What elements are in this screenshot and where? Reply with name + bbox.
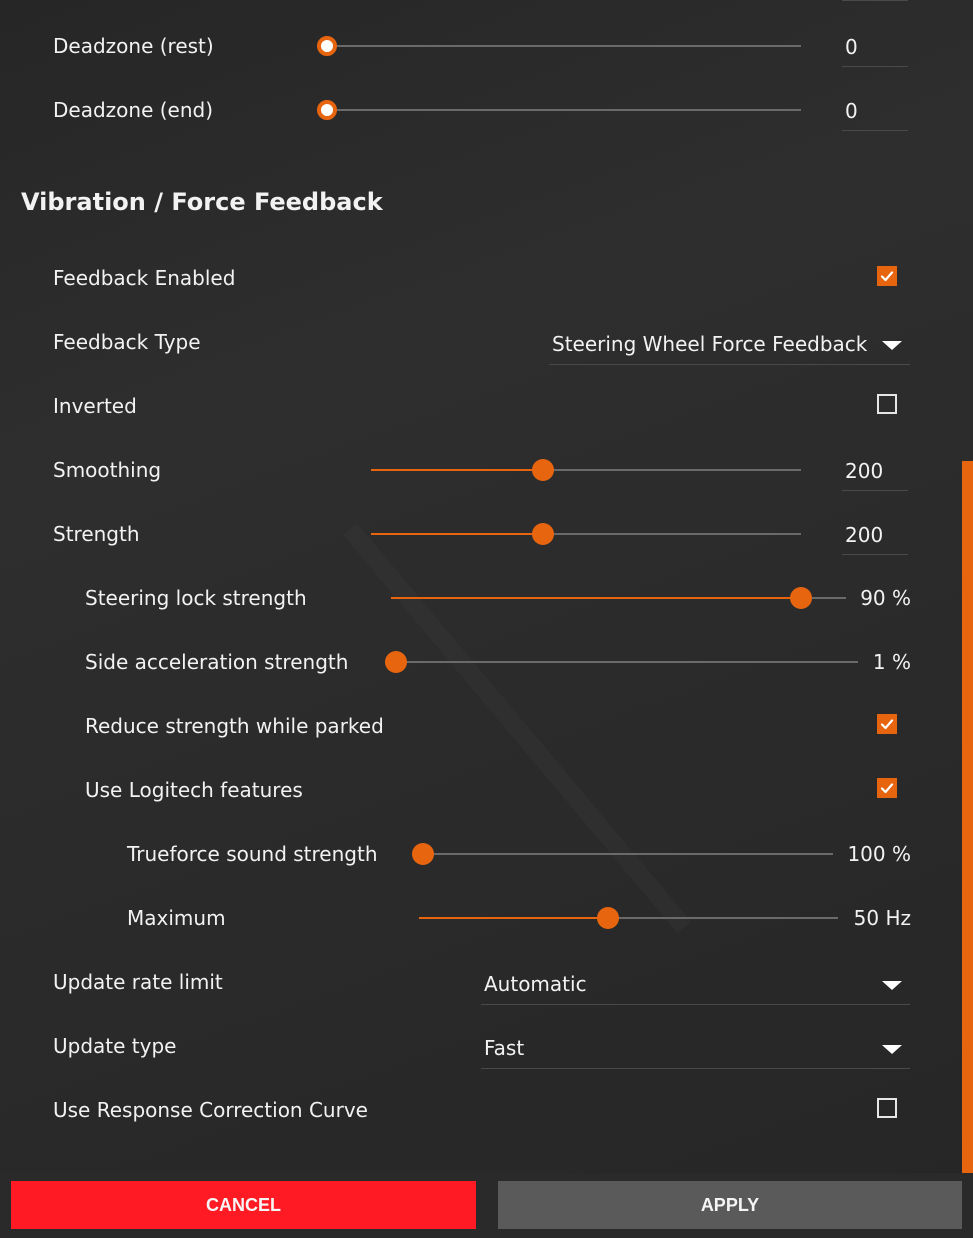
update-type-row: Update type Fast <box>0 1014 973 1078</box>
deadzone-rest-row: Deadzone (rest) 0 <box>0 14 973 78</box>
update-rate-row: Update rate limit Automatic <box>0 950 973 1014</box>
strength-label: Strength <box>53 522 140 546</box>
trueforce-thumb[interactable] <box>412 843 434 865</box>
logitech-row: Use Logitech features <box>0 758 973 822</box>
deadzone-rest-label: Deadzone (rest) <box>53 34 214 58</box>
update-rate-value: Automatic <box>484 972 587 996</box>
logitech-checkbox[interactable] <box>877 778 897 798</box>
trueforce-value: 100 % <box>847 842 911 866</box>
update-type-dropdown[interactable]: Fast <box>481 1028 910 1069</box>
smoothing-slider[interactable] <box>371 459 801 481</box>
checkmark-icon <box>880 783 894 794</box>
strength-thumb[interactable] <box>532 523 554 545</box>
maximum-label: Maximum <box>127 906 226 930</box>
inverted-label: Inverted <box>53 394 137 418</box>
strength-fill <box>371 533 543 535</box>
cancel-button[interactable]: CANCEL <box>11 1181 476 1229</box>
deadzone-rest-thumb[interactable] <box>317 36 337 56</box>
apply-button[interactable]: APPLY <box>498 1181 962 1229</box>
side-accel-row: Side acceleration strength 1 % <box>0 630 973 694</box>
feedback-type-dropdown[interactable]: Steering Wheel Force Feedback <box>549 324 910 365</box>
footer-bar: CANCEL APPLY <box>0 1173 973 1238</box>
reduce-parked-row: Reduce strength while parked <box>0 694 973 758</box>
response-curve-row: Use Response Correction Curve <box>0 1078 973 1142</box>
side-accel-slider[interactable] <box>384 651 858 673</box>
previous-value-underline <box>842 0 908 1</box>
deadzone-end-thumb[interactable] <box>317 100 337 120</box>
maximum-row: Maximum 50 Hz <box>0 886 973 950</box>
trueforce-label: Trueforce sound strength <box>127 842 378 866</box>
feedback-type-row: Feedback Type Steering Wheel Force Feedb… <box>0 310 973 374</box>
deadzone-end-value: 0 <box>845 99 858 123</box>
response-curve-label: Use Response Correction Curve <box>53 1098 368 1122</box>
steering-lock-value: 90 % <box>860 586 911 610</box>
logitech-label: Use Logitech features <box>85 778 303 802</box>
response-curve-checkbox[interactable] <box>877 1098 897 1118</box>
deadzone-end-value-field[interactable]: 0 <box>842 92 908 131</box>
steering-lock-thumb[interactable] <box>789 587 812 609</box>
update-rate-dropdown[interactable]: Automatic <box>481 964 910 1005</box>
smoothing-fill <box>371 469 543 471</box>
side-accel-label: Side acceleration strength <box>85 650 349 674</box>
checkmark-icon <box>880 719 894 730</box>
maximum-slider[interactable] <box>419 907 838 929</box>
maximum-value: 50 Hz <box>853 906 911 930</box>
strength-row: Strength 200 <box>0 502 973 566</box>
inverted-row: Inverted <box>0 374 973 438</box>
feedback-type-value: Steering Wheel Force Feedback <box>552 332 868 356</box>
strength-value: 200 <box>845 523 884 547</box>
feedback-enabled-label: Feedback Enabled <box>53 266 236 290</box>
maximum-thumb[interactable] <box>596 907 619 929</box>
chevron-down-icon <box>882 341 902 350</box>
chevron-down-icon <box>882 981 902 990</box>
smoothing-value-field[interactable]: 200 <box>842 452 908 491</box>
steering-lock-row: Steering lock strength 90 % <box>0 566 973 630</box>
side-accel-value: 1 % <box>872 650 911 674</box>
checkmark-icon <box>880 271 894 282</box>
deadzone-end-label: Deadzone (end) <box>53 98 214 122</box>
steering-lock-fill <box>391 597 801 599</box>
section-title: Vibration / Force Feedback <box>21 188 383 216</box>
side-accel-thumb[interactable] <box>384 651 407 673</box>
inverted-checkbox[interactable] <box>877 394 897 414</box>
feedback-enabled-checkbox[interactable] <box>877 266 897 286</box>
deadzone-rest-value-field[interactable]: 0 <box>842 28 908 67</box>
trueforce-row: Trueforce sound strength 100 % <box>0 822 973 886</box>
steering-lock-label: Steering lock strength <box>85 586 307 610</box>
smoothing-value: 200 <box>845 459 884 483</box>
smoothing-row: Smoothing 200 <box>0 438 973 502</box>
trueforce-slider[interactable] <box>412 843 833 865</box>
steering-lock-slider[interactable] <box>391 587 846 609</box>
strength-slider[interactable] <box>371 523 801 545</box>
reduce-parked-label: Reduce strength while parked <box>85 714 384 738</box>
update-type-value: Fast <box>484 1036 525 1060</box>
strength-value-field[interactable]: 200 <box>842 516 908 555</box>
maximum-fill <box>419 917 608 919</box>
deadzone-rest-value: 0 <box>845 35 858 59</box>
feedback-type-label: Feedback Type <box>53 330 201 354</box>
update-type-label: Update type <box>53 1034 177 1058</box>
deadzone-end-row: Deadzone (end) 0 <box>0 78 973 142</box>
smoothing-thumb[interactable] <box>532 459 554 481</box>
smoothing-label: Smoothing <box>53 458 162 482</box>
deadzone-end-slider[interactable] <box>317 100 801 120</box>
feedback-enabled-row: Feedback Enabled <box>0 246 973 310</box>
update-rate-label: Update rate limit <box>53 970 223 994</box>
chevron-down-icon <box>882 1045 902 1054</box>
scrollbar[interactable] <box>962 461 973 1173</box>
reduce-parked-checkbox[interactable] <box>877 714 897 734</box>
deadzone-rest-slider[interactable] <box>317 36 801 56</box>
